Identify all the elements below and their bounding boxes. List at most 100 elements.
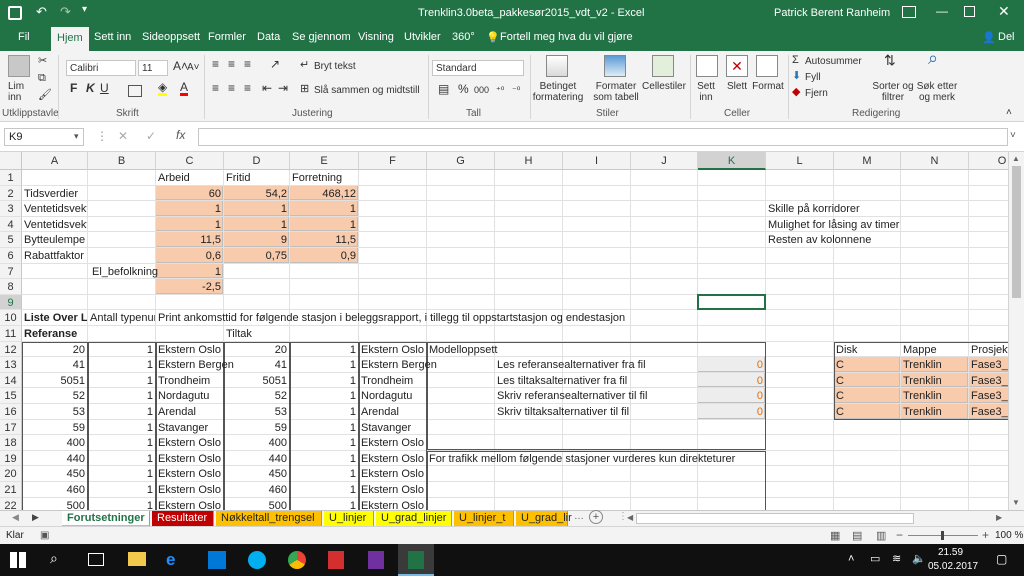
cell-a20[interactable]: 450 xyxy=(22,466,87,482)
zoom-level[interactable]: 100 % xyxy=(995,530,1023,541)
cell-b18[interactable]: 1 xyxy=(88,435,155,451)
font-color-icon[interactable]: A xyxy=(180,81,189,96)
tab-developer[interactable]: Utvikler xyxy=(404,31,441,43)
cell-a10[interactable]: Liste Over Linjer xyxy=(22,310,87,326)
align-right-icon[interactable]: ≡ xyxy=(244,82,251,94)
zoom-slider-thumb[interactable] xyxy=(941,531,944,540)
tab-page-layout[interactable]: Sideoppsett xyxy=(142,31,200,43)
cell-l5[interactable]: Resten av kolonnene xyxy=(766,232,873,248)
cell-f21[interactable]: Ekstern Oslo xyxy=(359,482,426,498)
cell-c15[interactable]: Nordagutu xyxy=(156,388,211,404)
sort-filter-button[interactable]: Sorter og filtrer xyxy=(870,81,916,103)
cell-e12[interactable]: 1 xyxy=(290,342,358,358)
fill-button[interactable]: Fyll xyxy=(805,72,821,83)
row-header-20[interactable]: 20 xyxy=(0,466,22,482)
row-header-10[interactable]: 10 xyxy=(0,310,22,326)
column-header-e[interactable]: E xyxy=(290,152,359,170)
format-cells-button[interactable]: Format xyxy=(752,81,784,92)
cell-a16[interactable]: 53 xyxy=(22,404,87,420)
cell-e16[interactable]: 1 xyxy=(290,404,358,420)
insert-function-icon[interactable]: fx xyxy=(176,128,185,142)
cell-a22[interactable]: 500 xyxy=(22,498,87,510)
cell-e6[interactable]: 0,9 xyxy=(290,248,358,264)
cell-a3[interactable]: Ventetidsvekt, skult ventetid xyxy=(22,201,87,217)
row-header-8[interactable]: 8 xyxy=(0,279,22,295)
task-view-icon[interactable] xyxy=(88,553,104,566)
column-header-m[interactable]: M xyxy=(834,152,901,170)
cell-f19[interactable]: Ekstern Oslo xyxy=(359,451,426,467)
row-header-11[interactable]: 11 xyxy=(0,326,22,342)
cell-c14[interactable]: Trondheim xyxy=(156,373,212,389)
font-name-box[interactable]: Calibri xyxy=(66,60,136,76)
cell-c22[interactable]: Ekstern Oslo xyxy=(156,498,223,510)
align-bottom-icon[interactable]: ≡ xyxy=(244,58,251,70)
cell-o12[interactable]: Prosjekt xyxy=(969,342,1008,358)
excel-taskbar-button[interactable] xyxy=(398,544,434,576)
cell-c3[interactable]: 1 xyxy=(156,201,223,217)
format-painter-icon[interactable]: 🖌 xyxy=(38,90,52,101)
borders-icon[interactable] xyxy=(128,85,142,97)
number-format-box[interactable]: Standard xyxy=(432,60,524,76)
cell-c16[interactable]: Arendal xyxy=(156,404,198,420)
merge-center-button[interactable]: Slå sammen og midtstill xyxy=(314,85,420,96)
cell-b10[interactable]: Antall typenumre xyxy=(88,310,155,326)
normal-view-icon[interactable]: ▦ xyxy=(830,529,840,542)
new-sheet-icon[interactable]: + xyxy=(589,510,603,524)
column-header-k[interactable]: K xyxy=(698,152,766,170)
cell-k16[interactable]: 0 xyxy=(698,404,765,420)
scroll-down-icon[interactable]: ▼ xyxy=(1012,498,1020,507)
cell-a14[interactable]: 5051 xyxy=(22,373,87,389)
cell-l4[interactable]: Mulighet for låsing av timer xyxy=(766,217,901,233)
row-header-18[interactable]: 18 xyxy=(0,435,22,451)
cell-g19[interactable]: For trafikk mellom følgende stasjoner vu… xyxy=(427,451,737,467)
vertical-scrollbar[interactable]: ▲ ▼ xyxy=(1008,152,1024,510)
clock-time[interactable]: 21.59 xyxy=(938,547,963,558)
cell-f22[interactable]: Ekstern Oslo xyxy=(359,498,426,510)
column-header-g[interactable]: G xyxy=(427,152,495,170)
cell-c18[interactable]: Ekstern Oslo xyxy=(156,435,223,451)
sheet-tab-1[interactable]: Forutsetninger xyxy=(62,511,150,527)
cell-c12[interactable]: Ekstern Oslo xyxy=(156,342,223,358)
share-button[interactable]: Del xyxy=(998,31,1015,43)
cell-h13[interactable]: Les referansealternativer fra fil xyxy=(495,357,648,373)
cell-o16[interactable]: Fase3_P xyxy=(969,404,1008,420)
cell-h15[interactable]: Skriv referansealternativer til fil xyxy=(495,388,649,404)
cell-f17[interactable]: Stavanger xyxy=(359,420,413,436)
row-header-4[interactable]: 4 xyxy=(0,216,22,233)
cell-n14[interactable]: Trenklin xyxy=(901,373,944,389)
cell-e1[interactable]: Forretning xyxy=(290,170,344,186)
scroll-thumb[interactable] xyxy=(1012,166,1021,298)
currency-icon[interactable]: ▤ xyxy=(438,83,449,95)
volume-icon[interactable]: 🔈 xyxy=(912,552,926,565)
cell-a4[interactable]: Ventetidsvekt åpen ventetid xyxy=(22,217,87,233)
autosum-icon[interactable]: Σ xyxy=(792,55,799,66)
row-header-13[interactable]: 13 xyxy=(0,357,22,373)
cell-b22[interactable]: 1 xyxy=(88,498,155,510)
collapse-ribbon-icon[interactable]: ˄ xyxy=(1006,107,1012,118)
cancel-icon[interactable]: ✕ xyxy=(118,129,128,143)
decrease-indent-icon[interactable]: ⇤ xyxy=(262,82,272,94)
cell-a19[interactable]: 440 xyxy=(22,451,87,467)
cell-b16[interactable]: 1 xyxy=(88,404,155,420)
cell-b15[interactable]: 1 xyxy=(88,388,155,404)
sheet-tab-6[interactable]: U_linjer_t xyxy=(454,511,514,527)
cell-o13[interactable]: Fase3_P xyxy=(969,357,1008,373)
search-icon[interactable]: ⌕ xyxy=(50,550,70,570)
clear-button[interactable]: Fjern xyxy=(805,88,828,99)
tab-review[interactable]: Se gjennom xyxy=(292,31,351,43)
cell-f14[interactable]: Trondheim xyxy=(359,373,415,389)
cell-f20[interactable]: Ekstern Oslo xyxy=(359,466,426,482)
windows-start-icon[interactable] xyxy=(10,552,26,568)
cell-e2[interactable]: 468,12 xyxy=(290,186,358,202)
cell-d17[interactable]: 59 xyxy=(224,420,289,436)
row-header-17[interactable]: 17 xyxy=(0,419,22,436)
row-header-16[interactable]: 16 xyxy=(0,404,22,420)
row-header-5[interactable]: 5 xyxy=(0,232,22,248)
cell-e22[interactable]: 1 xyxy=(290,498,358,510)
cell-d22[interactable]: 500 xyxy=(224,498,289,510)
cell-h14[interactable]: Les tiltaksalternativer fra fil xyxy=(495,373,629,389)
cut-icon[interactable]: ✂ xyxy=(38,56,47,67)
page-layout-view-icon[interactable]: ▤ xyxy=(852,529,862,542)
tell-me-box[interactable]: Fortell meg hva du vil gjøre xyxy=(500,31,633,43)
cell-f16[interactable]: Arendal xyxy=(359,404,401,420)
